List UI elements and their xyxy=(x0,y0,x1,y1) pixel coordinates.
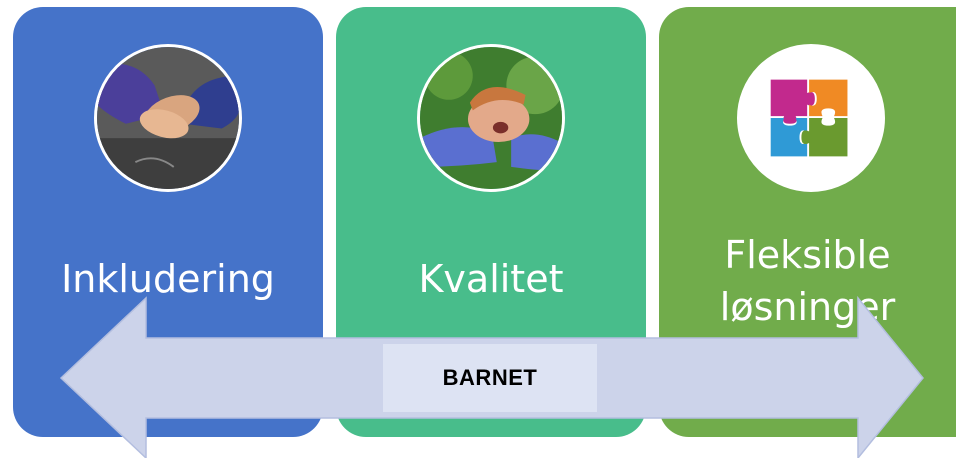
puzzle-pieces-icon xyxy=(737,44,885,192)
column-label: Inkludering xyxy=(61,257,275,301)
column-inkludering: Inkludering xyxy=(13,7,323,437)
column-fleksible-losninger: Fleksible løsninger xyxy=(659,7,956,437)
holding-hands-image xyxy=(97,47,239,189)
column-label: Fleksible løsninger xyxy=(719,233,896,329)
child-smiling-photo xyxy=(417,44,565,192)
puzzle-pieces-image xyxy=(740,47,882,189)
holding-hands-photo xyxy=(94,44,242,192)
column-label: Kvalitet xyxy=(418,257,564,301)
center-label-box: BARNET xyxy=(383,344,597,412)
center-label: BARNET xyxy=(442,365,538,390)
child-smiling-image xyxy=(420,47,562,189)
